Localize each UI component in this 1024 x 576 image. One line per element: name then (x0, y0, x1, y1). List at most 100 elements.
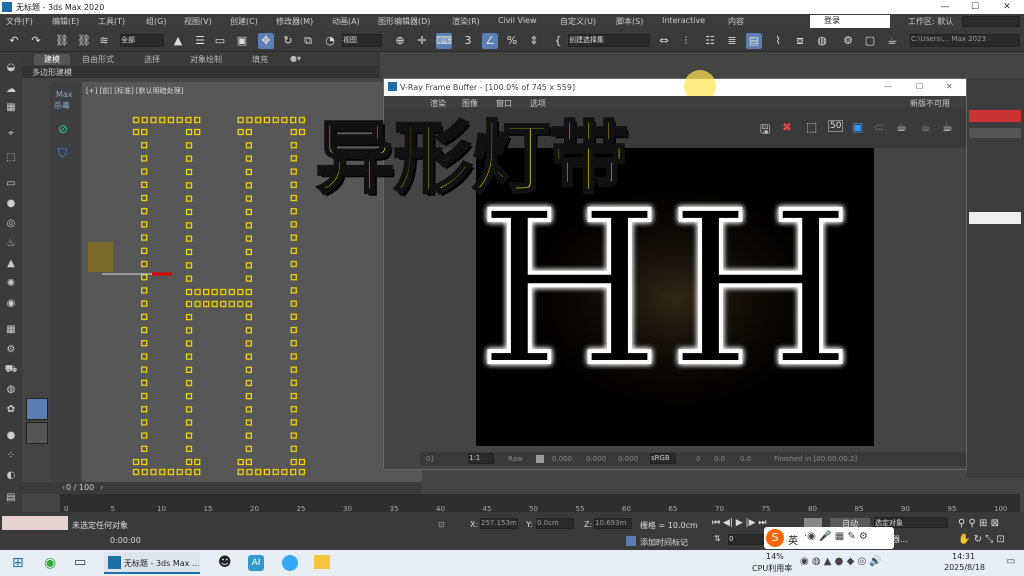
shield-icon[interactable]: ⛉ (58, 146, 67, 161)
hierarchy-icon[interactable]: ⌖ (3, 128, 19, 144)
qq-icon[interactable]: ☻ (218, 555, 232, 570)
project-path-dropdown[interactable]: C:\Users\... Max 2023 (910, 34, 1020, 47)
move-icon[interactable]: ✥ (258, 33, 274, 49)
menu-graph-editors[interactable]: 图形编辑器(D) (378, 16, 430, 27)
z-coordinate-field[interactable]: 10.693m (594, 518, 632, 529)
viewport-label[interactable]: [+] [前] [标准] [默认明暗处理] (86, 86, 183, 96)
vfb-stop-icon[interactable]: ☕ (920, 120, 931, 134)
layout-quad-button[interactable] (26, 422, 48, 444)
vfb-interactive-icon[interactable]: ☕ (942, 120, 953, 134)
vfb-close-button[interactable]: ✕ (946, 82, 953, 91)
schematic-view-icon[interactable]: ⧈ (792, 33, 808, 49)
menu-view[interactable]: 视图(V) (184, 16, 212, 27)
vfb-render-icon[interactable]: ☕ (896, 120, 907, 134)
menu-content[interactable]: 内容 (728, 16, 744, 27)
menu-civil-view[interactable]: Civil View (498, 16, 537, 25)
y-coordinate-field[interactable]: 0.0cm (536, 518, 574, 529)
maxscript-listener[interactable] (2, 516, 68, 530)
file-explorer-icon[interactable] (314, 555, 330, 569)
notification-icon[interactable]: ▭ (1006, 556, 1015, 567)
close-button[interactable]: ✕ (992, 0, 1022, 14)
ime-toolbar[interactable]: S 英 ·◉ 🎤 ▦ ✎ ⚙ (764, 527, 894, 549)
layer-explorer-icon[interactable]: ≣ (724, 33, 740, 49)
selection-filter-dropdown[interactable]: 全部 (120, 34, 164, 47)
layout-single-button[interactable] (26, 398, 48, 420)
edit-named-sets-icon[interactable]: { (550, 33, 566, 49)
scene-explorer-icon[interactable]: ☷ (702, 33, 718, 49)
lock-icon[interactable]: ⊡ (438, 520, 445, 529)
bind-icon[interactable]: ≋ (96, 33, 112, 49)
menu-group[interactable]: 组(G) (146, 16, 166, 27)
tray-icons[interactable]: ◉ ◍ ▲ ● ◆ ◎ 🔊 (800, 556, 882, 567)
modifier-list-dropdown[interactable] (969, 128, 1021, 138)
workspace-dropdown[interactable] (962, 16, 1020, 27)
viewport-nav-controls[interactable]: ⚲ ⚲ ⊞ ⊠ (958, 518, 999, 529)
torus-icon[interactable]: ◎ (3, 218, 19, 234)
menu-scripting[interactable]: 脚本(S) (616, 16, 643, 27)
vfb-zoom-button[interactable]: 50 (828, 120, 844, 132)
ime-language[interactable]: 英 (788, 532, 798, 547)
align-icon[interactable]: ⫶ (678, 33, 694, 49)
ribbon-tab-freeform[interactable]: 自由形式 (82, 54, 114, 65)
link-icon[interactable]: ⛓ (54, 33, 70, 49)
time-slider-arrow-right[interactable]: › (100, 483, 103, 492)
cone-icon[interactable]: ▲ (3, 258, 19, 274)
menu-create[interactable]: 创建(C) (230, 16, 258, 27)
menu-file[interactable]: 文件(F) (6, 16, 33, 27)
pivot-icon[interactable]: ⊕ (392, 33, 408, 49)
viewport-nav-controls-2[interactable]: ✋ ↻ ⤡ ⊡ (958, 534, 1005, 545)
vfb-colorspace-dropdown[interactable]: sRGB (650, 453, 676, 464)
sogou-icon[interactable]: S (766, 529, 784, 547)
ribbon-polygon-modeling[interactable]: 多边形建模 (32, 67, 72, 78)
menu-edit[interactable]: 编辑(E) (52, 16, 79, 27)
x-coordinate-field[interactable]: 257.153m (480, 518, 518, 529)
ai-app-icon[interactable]: AI (248, 555, 264, 571)
menu-customize[interactable]: 自定义(U) (560, 16, 596, 27)
vfb-lock-icon[interactable]: ⊂ (874, 120, 884, 134)
helpers-icon[interactable]: ⚙ (3, 344, 19, 360)
angle-snap-icon[interactable]: ∠ (482, 33, 498, 49)
rendered-frame-window-icon[interactable]: ▢ (862, 33, 878, 49)
teapot-icon[interactable]: ♨ (3, 238, 19, 254)
material-editor-icon[interactable]: ◍ (814, 33, 830, 49)
undo-icon[interactable]: ↶ (6, 33, 22, 49)
vfb-maximize-button[interactable]: ☐ (916, 82, 923, 91)
ball-icon[interactable]: ● (3, 430, 19, 446)
vfb-region-icon[interactable]: ⬚ (806, 120, 817, 134)
menu-modifiers[interactable]: 修改器(M) (276, 16, 313, 27)
add-time-tag[interactable]: 添加时间标记 (640, 537, 688, 548)
time-tag-icon[interactable] (626, 536, 636, 546)
spinner-snap-icon[interactable]: ⇕ (526, 33, 542, 49)
menu-rendering[interactable]: 渲染(R) (452, 16, 480, 27)
menu-animation[interactable]: 动画(A) (332, 16, 360, 27)
arrow-icon[interactable]: ◐ (3, 470, 19, 486)
playback-controls[interactable]: ⏮ ◀| ▶ |▶ ⏭ (712, 518, 766, 528)
vfb-save-icon[interactable]: 🖫 (760, 120, 770, 141)
login-dropdown[interactable]: 登录 (810, 15, 890, 28)
edge-icon[interactable]: ◉ (44, 555, 56, 571)
keyboard-shortcut-icon[interactable]: ⌨ (436, 33, 452, 49)
vfb-zoom-dropdown[interactable]: 1:1 (468, 453, 494, 464)
sphere2-icon[interactable]: ◉ (3, 298, 19, 314)
color-dots-icon[interactable]: ⁘ (3, 450, 19, 466)
modify-icon[interactable]: ▦ (3, 102, 19, 118)
select-manipulate-icon[interactable]: ✛ (414, 33, 430, 49)
percent-snap-icon[interactable]: % (504, 33, 520, 49)
minimize-button[interactable]: — (930, 0, 960, 14)
time-slider-arrow-left[interactable]: ‹ (62, 483, 65, 492)
place-icon[interactable]: ◔ (322, 33, 338, 49)
select-by-name-icon[interactable]: ☰ (192, 33, 208, 49)
maximize-button[interactable]: ☐ (960, 0, 990, 14)
ribbon-tab-populate[interactable]: 填充 (252, 54, 268, 65)
time-slider[interactable]: ‹ 0 / 100 › (22, 482, 422, 494)
start-icon[interactable]: ⊞ (12, 555, 24, 571)
vfb-minimize-button[interactable]: — (884, 82, 892, 91)
light-gizmo[interactable] (88, 242, 113, 272)
box-icon[interactable]: ▭ (3, 178, 19, 194)
object-color-swatch[interactable] (969, 110, 1021, 122)
rect-region-icon[interactable]: ▭ (212, 33, 228, 49)
ribbon-tab-selection[interactable]: 选择 (144, 54, 160, 65)
security-icon[interactable]: ⊘ (58, 122, 68, 136)
grid-icon[interactable]: ▦ (3, 324, 19, 340)
globe-icon[interactable]: ◍ (3, 384, 19, 400)
